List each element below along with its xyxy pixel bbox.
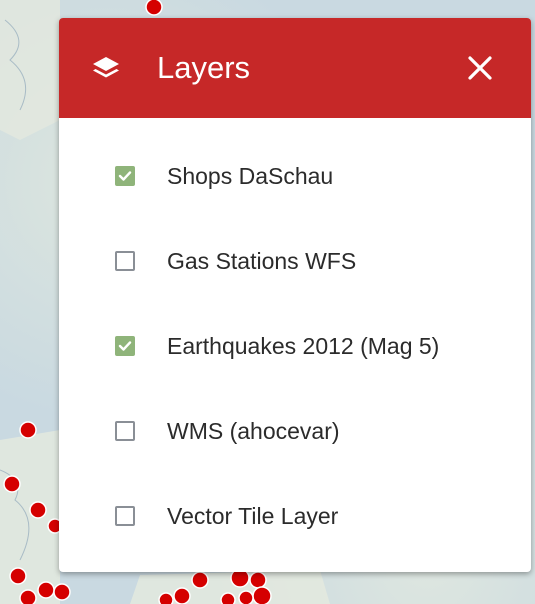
checkmark-icon [118,171,132,181]
layers-icon [93,57,119,78]
checkmark-icon [118,341,132,351]
layer-checkbox-shops[interactable] [115,166,135,186]
layer-item-earthquakes[interactable]: Earthquakes 2012 (Mag 5) [59,326,531,366]
layer-label[interactable]: Earthquakes 2012 (Mag 5) [167,332,439,360]
layer-item-gas-stations[interactable]: Gas Stations WFS [59,241,531,281]
layer-checkbox-gas-stations[interactable] [115,251,135,271]
layer-label[interactable]: Gas Stations WFS [167,247,356,275]
layer-checkbox-vector-tile[interactable] [115,506,135,526]
close-icon[interactable] [467,55,493,81]
layer-label[interactable]: Shops DaSchau [167,162,333,190]
layer-item-vector-tile[interactable]: Vector Tile Layer [59,496,531,536]
layers-panel: Layers Shops DaSchau Gas Stations WFS Ea [59,18,531,572]
layer-checkbox-earthquakes[interactable] [115,336,135,356]
layer-label[interactable]: Vector Tile Layer [167,502,338,530]
layer-item-shops[interactable]: Shops DaSchau [59,156,531,196]
panel-header: Layers [59,18,531,118]
panel-title: Layers [157,50,251,85]
layer-item-wms[interactable]: WMS (ahocevar) [59,411,531,451]
layer-label[interactable]: WMS (ahocevar) [167,417,340,445]
layer-checkbox-wms[interactable] [115,421,135,441]
